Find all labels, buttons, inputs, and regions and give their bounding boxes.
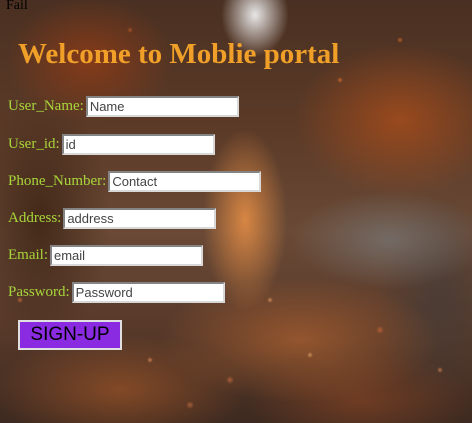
form-row-email: Email: bbox=[8, 244, 203, 266]
signup-button[interactable]: SIGN-UP bbox=[18, 320, 122, 350]
userid-input[interactable] bbox=[61, 133, 215, 155]
username-label: User_Name: bbox=[8, 97, 84, 114]
form-row-password: Password: bbox=[8, 281, 225, 303]
password-label: Password: bbox=[8, 283, 70, 300]
address-input[interactable] bbox=[63, 207, 217, 229]
form-row-phone: Phone_Number: bbox=[8, 170, 262, 192]
address-label: Address: bbox=[8, 209, 62, 226]
status-text: Fail bbox=[6, 0, 28, 13]
userid-label: User_id: bbox=[8, 135, 60, 152]
email-input[interactable] bbox=[50, 244, 203, 266]
phone-input[interactable] bbox=[108, 170, 262, 192]
username-input[interactable] bbox=[85, 95, 239, 117]
form-row-userid: User_id: bbox=[8, 133, 215, 155]
phone-label: Phone_Number: bbox=[8, 172, 107, 189]
form-row-username: User_Name: bbox=[8, 95, 239, 117]
page-title: Welcome to Moblie portal bbox=[18, 38, 340, 70]
form-row-address: Address: bbox=[8, 207, 217, 229]
password-input[interactable] bbox=[71, 281, 225, 303]
email-label: Email: bbox=[8, 246, 48, 263]
